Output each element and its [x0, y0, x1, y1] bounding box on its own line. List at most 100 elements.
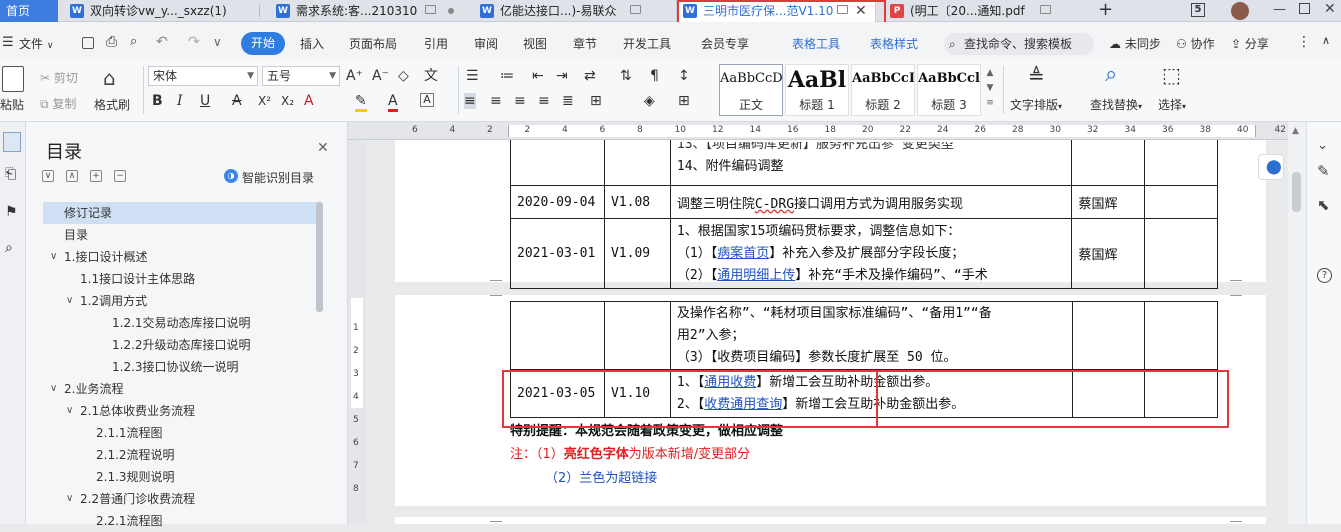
toc-item[interactable]: 1.1接口设计主体思路: [80, 268, 195, 290]
tab-developer[interactable]: 开发工具: [623, 34, 671, 54]
tab-document-1[interactable]: W 双向转诊vw_y..._sxzz(1): [64, 0, 260, 22]
shading-icon[interactable]: ◈: [644, 93, 655, 109]
toc-item[interactable]: 1.2.1交易动态库接口说明: [112, 312, 251, 334]
hyperlink[interactable]: 病案首页: [717, 246, 769, 261]
line-spacing-icon[interactable]: ↕: [678, 68, 690, 84]
italic-icon[interactable]: I: [177, 93, 183, 109]
justify-icon[interactable]: ≡: [538, 93, 550, 109]
show-marks-icon[interactable]: ¶: [650, 68, 659, 84]
font-color-icon[interactable]: A: [388, 93, 398, 112]
collapse-ribbon-icon[interactable]: ∧: [1322, 34, 1330, 47]
tab-document-3[interactable]: W 亿能达接口...)-易联众: [474, 0, 672, 22]
table-cell[interactable]: 13、【项目编码库更新】服务补充出参“变更类型” 14、附件编码调整: [669, 140, 1073, 186]
bold-icon[interactable]: B: [152, 93, 163, 109]
table-cell[interactable]: [510, 140, 605, 186]
toc-scrollbar[interactable]: [316, 202, 323, 312]
toc-item[interactable]: 1.2.3接口协议统一说明: [112, 356, 239, 378]
table-cell[interactable]: [603, 140, 671, 186]
redo-icon[interactable]: ↷: [188, 34, 200, 50]
tab-page-layout[interactable]: 页面布局: [349, 34, 397, 54]
document-canvas[interactable]: 13、【项目编码库更新】服务补充出参“变更类型” 14、附件编码调整 2020-0…: [366, 140, 1288, 524]
toc-item[interactable]: ∨ 2.2普通门诊收费流程: [66, 488, 195, 510]
style-heading-1[interactable]: AaBl 标题 1: [785, 64, 849, 116]
collapse-icon[interactable]: ⌄: [1317, 138, 1328, 153]
chevron-down-icon[interactable]: ∨: [50, 246, 57, 268]
outdent-icon[interactable]: ⇤: [532, 68, 544, 84]
paste-button[interactable]: 粘贴: [0, 96, 24, 113]
window-close-icon[interactable]: ✕: [1324, 1, 1336, 17]
scroll-thumb[interactable]: [1292, 172, 1301, 212]
tab-table-style[interactable]: 表格样式: [870, 34, 918, 54]
vertical-scrollbar[interactable]: ▲: [1288, 122, 1306, 524]
unsync-button[interactable]: ☁ 未同步: [1109, 34, 1161, 54]
chevron-down-icon[interactable]: ∨: [66, 400, 73, 422]
tab-start[interactable]: 开始: [241, 32, 285, 55]
toc-panel-icon[interactable]: [3, 132, 21, 152]
toc-item[interactable]: 目录: [64, 224, 88, 246]
new-tab-button[interactable]: +: [1098, 0, 1113, 20]
toc-item[interactable]: ∨ 1.2调用方式: [66, 290, 147, 312]
tab-table-tools[interactable]: 表格工具: [792, 34, 840, 54]
underline-icon[interactable]: U: [200, 93, 210, 109]
cut-button[interactable]: ✂ 剪切: [40, 69, 78, 86]
subscript-icon[interactable]: X₂: [281, 93, 294, 109]
share-button[interactable]: ⇪ 分享: [1231, 34, 1269, 54]
style-heading-3[interactable]: AaBbCcl 标题 3: [917, 64, 981, 116]
hyperlink[interactable]: 通用明细上传: [717, 268, 795, 283]
undo-icon[interactable]: ↶: [156, 34, 168, 50]
toc-item[interactable]: 2.2.1流程图: [96, 510, 163, 532]
table-cell[interactable]: [603, 301, 671, 370]
toc-item[interactable]: 2.1.3规则说明: [96, 466, 175, 488]
tab-insert[interactable]: 插入: [300, 34, 324, 54]
tab-member[interactable]: 会员专享: [701, 34, 749, 54]
text-layout-icon[interactable]: ≜: [1028, 66, 1045, 86]
align-left-icon[interactable]: ≡: [464, 93, 476, 109]
table-cell[interactable]: [1144, 218, 1218, 289]
highlight-icon[interactable]: ✎: [355, 93, 367, 112]
date-cell[interactable]: 2021-03-01: [510, 218, 605, 289]
pen-icon[interactable]: ✎: [1317, 162, 1330, 180]
toc-item[interactable]: 1.2.2升级动态库接口说明: [112, 334, 251, 356]
add-item-icon[interactable]: +: [90, 170, 102, 182]
find-replace-button[interactable]: 查找替换▾: [1090, 96, 1142, 113]
select-icon[interactable]: ⬚: [1162, 65, 1181, 85]
chinese-layout-icon[interactable]: ⇄: [584, 68, 596, 84]
font-size-select[interactable]: 五号 ▼: [262, 66, 340, 86]
pointer-icon[interactable]: ⬉: [1317, 196, 1330, 214]
tab-view[interactable]: 视图: [523, 34, 547, 54]
distribute-icon[interactable]: ≣: [562, 93, 574, 109]
format-painter-button[interactable]: 格式刷: [94, 96, 130, 113]
chevron-down-icon[interactable]: ∨: [66, 488, 73, 510]
tab-references[interactable]: 引用: [424, 34, 448, 54]
clipboard-icon[interactable]: [2, 66, 24, 92]
table-cell[interactable]: [1144, 185, 1218, 219]
border-icon[interactable]: ⊞: [678, 93, 690, 109]
table-cell[interactable]: 1、根据国家15项编码贯标要求，调整信息如下： （1）【病案首页】补充入参及扩展…: [669, 218, 1073, 289]
table-cell[interactable]: [1071, 301, 1146, 370]
toc-item[interactable]: 2.1.1流程图: [96, 422, 163, 444]
copy-button[interactable]: ⧉ 复制: [40, 95, 76, 112]
table-cell[interactable]: 及操作名称”、“耗材项目国家标准编码”、“备用1”“备 用2”入参； （3）【收…: [669, 301, 1073, 370]
tab-home[interactable]: 首页: [0, 0, 58, 22]
location-button[interactable]: ⬤: [1258, 154, 1284, 180]
table-cell[interactable]: [510, 301, 605, 370]
style-normal[interactable]: AaBbCcDd 正文: [719, 64, 783, 116]
style-heading-2[interactable]: AaBbCcDd 标题 2: [851, 64, 915, 116]
font-shrink-icon[interactable]: A⁻: [372, 68, 389, 84]
superscript-icon[interactable]: X²: [258, 93, 271, 109]
quick-access-chevron-icon[interactable]: ∨: [213, 35, 222, 49]
table-align-icon[interactable]: ⊞: [590, 93, 602, 109]
chevron-down-icon[interactable]: ∨: [66, 290, 73, 312]
tab-review[interactable]: 审阅: [474, 34, 498, 54]
author-cell[interactable]: 蔡国辉: [1071, 185, 1146, 219]
search-panel-icon[interactable]: ⌕: [5, 240, 13, 256]
style-scroll[interactable]: ▲ ▼ ≡: [984, 66, 996, 112]
toc-item[interactable]: ∨ 2.业务流程: [50, 378, 123, 400]
hamburger-icon[interactable]: ☰: [2, 35, 14, 50]
scroll-up-icon[interactable]: ▲: [1292, 126, 1299, 136]
pinyin-icon[interactable]: 文: [424, 68, 438, 84]
remove-item-icon[interactable]: −: [114, 170, 126, 182]
flag-icon[interactable]: ⚑: [5, 204, 18, 220]
find-icon[interactable]: ⌕: [1105, 64, 1117, 86]
command-search-input[interactable]: ⌕ 查找命令、搜索模板: [944, 33, 1094, 55]
